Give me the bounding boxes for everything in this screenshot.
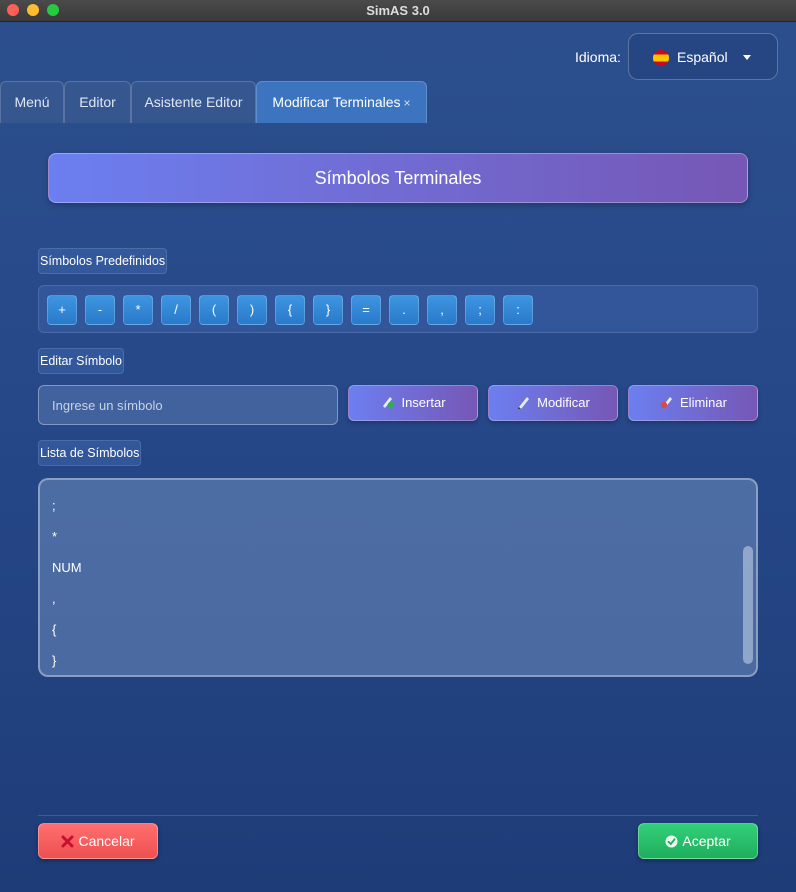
symbol-input[interactable] [38,385,338,425]
accept-label: Aceptar [682,833,731,849]
symbol-button[interactable]: ) [237,295,267,325]
symbol-list[interactable]: ; * NUM , { } [38,478,758,677]
spain-flag-icon [653,50,669,66]
symbol-button[interactable]: * [123,295,153,325]
window-title: SimAS 3.0 [366,3,430,18]
accept-button[interactable]: Aceptar [638,823,758,859]
tab-asistente-editor[interactable]: Asistente Editor [131,81,256,123]
language-value: Español [677,49,728,65]
list-item[interactable]: { [52,622,56,637]
tab-label: Modificar Terminales [272,94,401,110]
delete-label: Eliminar [680,395,727,410]
list-item[interactable]: ; [52,498,56,513]
page-title: Símbolos Terminales [48,153,748,203]
predefined-symbols-label: Símbolos Predefinidos [38,248,168,274]
tab-menu[interactable]: Menú [0,81,64,123]
symbol-button[interactable]: . [389,295,419,325]
tab-label: Editor [79,94,116,110]
delete-icon [660,397,673,409]
list-item[interactable]: NUM [52,560,82,575]
symbol-button[interactable]: / [161,295,191,325]
symbol-button[interactable]: - [85,295,115,325]
predefined-symbols-panel: + - * / ( ) { } = . , ; : [38,285,758,333]
title-bar: SimAS 3.0 [0,0,796,22]
tab-label: Menú [14,94,50,110]
list-scrollbar[interactable] [743,546,753,664]
modify-label: Modificar [537,395,590,410]
tab-modificar-terminales[interactable]: Modificar Terminales × [256,81,427,123]
symbol-button[interactable]: ( [199,295,229,325]
symbol-button[interactable]: , [427,295,457,325]
list-item[interactable]: } [52,653,56,668]
cancel-button[interactable]: Cancelar [38,823,158,859]
symbol-list-label: Lista de Símbolos [38,440,142,466]
footer-divider [38,815,758,816]
list-item[interactable]: , [52,591,56,606]
symbol-button[interactable]: = [351,295,381,325]
symbol-button[interactable]: : [503,295,533,325]
insert-icon [383,397,395,409]
close-tab-icon[interactable]: × [404,96,411,110]
insert-label: Insertar [401,395,446,410]
cancel-label: Cancelar [78,833,135,849]
modify-button[interactable]: Modificar [488,385,618,421]
tab-label: Asistente Editor [144,94,243,110]
x-icon [61,835,74,848]
symbol-button[interactable]: + [47,295,77,325]
list-item[interactable]: * [52,529,57,544]
modify-icon [518,397,530,409]
language-label: Idioma: [575,49,621,65]
tab-editor[interactable]: Editor [64,81,131,123]
check-icon [665,835,678,848]
delete-button[interactable]: Eliminar [628,385,758,421]
symbol-button[interactable]: { [275,295,305,325]
insert-button[interactable]: Insertar [348,385,478,421]
language-select[interactable]: Español [628,33,778,80]
symbol-button[interactable]: } [313,295,343,325]
edit-symbol-label: Editar Símbolo [38,348,124,374]
symbol-button[interactable]: ; [465,295,495,325]
caret-down-icon [743,55,751,60]
